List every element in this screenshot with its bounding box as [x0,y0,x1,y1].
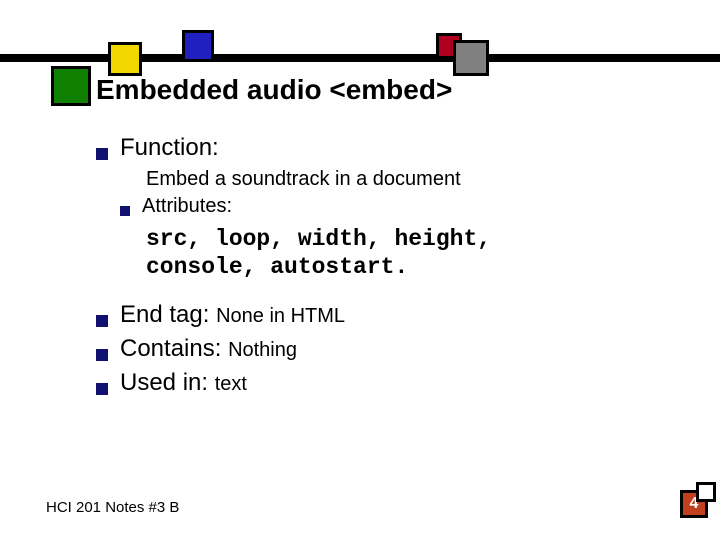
bullet-used-in: Used in: text [96,369,656,397]
bullet-function: Function: [96,134,656,162]
bullet-icon [96,315,108,327]
attributes-label: Attributes: [142,195,232,218]
footer-text: HCI 201 Notes #3 B [46,499,179,516]
bullet-icon [96,349,108,361]
page-number-box: 4 [680,490,708,518]
code-line: src, loop, width, height, [146,226,656,254]
slide-content: Function: Embed a soundtrack in a docume… [96,134,656,397]
bullet-group-lower: End tag: None in HTML Contains: Nothing … [96,301,656,397]
page-number: 4 [690,495,699,513]
slide-title: Embedded audio <embed> [96,74,452,106]
attributes-code: src, loop, width, height, console, autos… [146,226,656,281]
bullet-icon [120,206,130,216]
bullet-end-tag: End tag: None in HTML [96,301,656,329]
bullet-icon [96,383,108,395]
slide: Embedded audio <embed> Function: Embed a… [0,0,720,540]
decor-square-gray [453,40,489,76]
decor-square-blue [182,30,214,62]
bullet-contains: Contains: Nothing [96,335,656,363]
contains-label: Contains: [120,335,228,362]
used-in-value: text [215,373,247,395]
code-line: console, autostart. [146,254,656,282]
function-detail: Embed a soundtrack in a document [146,168,656,191]
bullet-attributes: Attributes: [120,195,656,218]
function-label: Function: [120,134,219,162]
bullet-icon [96,148,108,160]
decor-square-yellow [108,42,142,76]
decor-square-green [51,66,91,106]
used-in-label: Used in: [120,369,215,396]
end-tag-label: End tag: [120,301,216,328]
end-tag-value: None in HTML [216,305,345,327]
contains-value: Nothing [228,339,297,361]
